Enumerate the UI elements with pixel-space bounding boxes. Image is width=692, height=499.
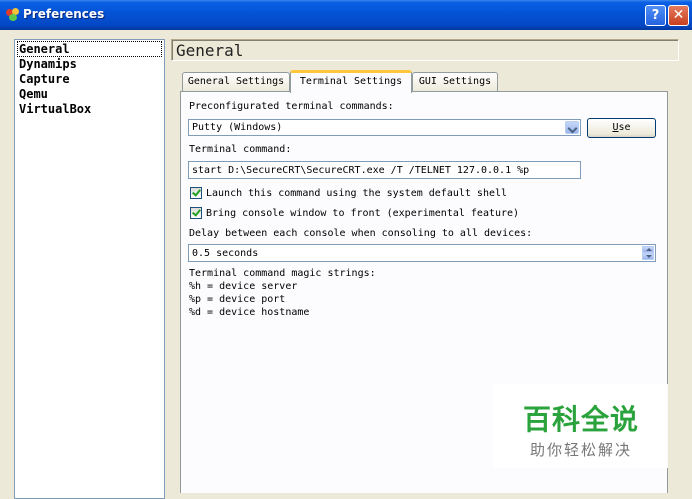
- section-title: General: [176, 41, 244, 60]
- bring-front-checkbox[interactable]: [190, 207, 202, 219]
- delay-value: 0.5 seconds: [192, 248, 259, 259]
- help-button[interactable]: ?: [645, 5, 666, 26]
- command-input[interactable]: start D:\SecureCRT\SecureCRT.exe /T /TEL…: [188, 161, 581, 179]
- preconfig-label: Preconfigurated terminal commands:: [189, 101, 394, 112]
- watermark-subtitle: 助你轻松解决: [529, 441, 632, 459]
- tab-terminal-settings[interactable]: Terminal Settings: [290, 70, 412, 93]
- category-list[interactable]: General Dynamips Capture Qemu VirtualBox: [14, 39, 165, 499]
- magic-string-d: %d = device hostname: [189, 307, 310, 318]
- use-button-label: se: [618, 122, 631, 133]
- nav-item-qemu[interactable]: Qemu: [18, 87, 49, 101]
- preconfig-select[interactable]: Putty (Windows): [188, 119, 581, 136]
- tab-general-settings[interactable]: General Settings: [182, 72, 290, 92]
- magic-string-h: %h = device server: [189, 281, 298, 292]
- title-bar[interactable]: Preferences ? ✕: [0, 0, 692, 30]
- bring-front-label[interactable]: Bring console window to front (experimen…: [206, 208, 519, 219]
- window-title: Preferences: [23, 7, 105, 21]
- section-header: General: [171, 39, 679, 61]
- watermark-title: 百科全说: [522, 403, 639, 436]
- command-label: Terminal command:: [189, 144, 292, 155]
- preconfig-value: Putty (Windows): [192, 122, 283, 133]
- chevron-down-icon[interactable]: [565, 121, 579, 134]
- delay-spinbox[interactable]: 0.5 seconds: [188, 244, 656, 262]
- nav-item-capture[interactable]: Capture: [18, 72, 71, 86]
- use-button[interactable]: Use: [587, 118, 656, 138]
- watermark: 百科全说 助你轻松解决: [494, 384, 668, 468]
- default-shell-checkbox[interactable]: [190, 187, 202, 199]
- magic-strings-title: Terminal command magic strings:: [189, 268, 376, 279]
- nav-item-general[interactable]: General: [17, 41, 162, 57]
- default-shell-label[interactable]: Launch this command using the system def…: [206, 188, 507, 199]
- magic-string-p: %p = device port: [189, 294, 286, 305]
- app-icon: [6, 8, 20, 22]
- delay-label: Delay between each console when consolin…: [189, 228, 533, 239]
- nav-item-dynamips[interactable]: Dynamips: [18, 57, 78, 71]
- close-button[interactable]: ✕: [668, 5, 689, 26]
- nav-item-virtualbox[interactable]: VirtualBox: [18, 102, 92, 116]
- command-value: start D:\SecureCRT\SecureCRT.exe /T /TEL…: [192, 165, 530, 176]
- spin-up-icon[interactable]: [642, 246, 654, 253]
- tab-gui-settings[interactable]: GUI Settings: [412, 72, 498, 92]
- spin-down-icon[interactable]: [642, 253, 654, 260]
